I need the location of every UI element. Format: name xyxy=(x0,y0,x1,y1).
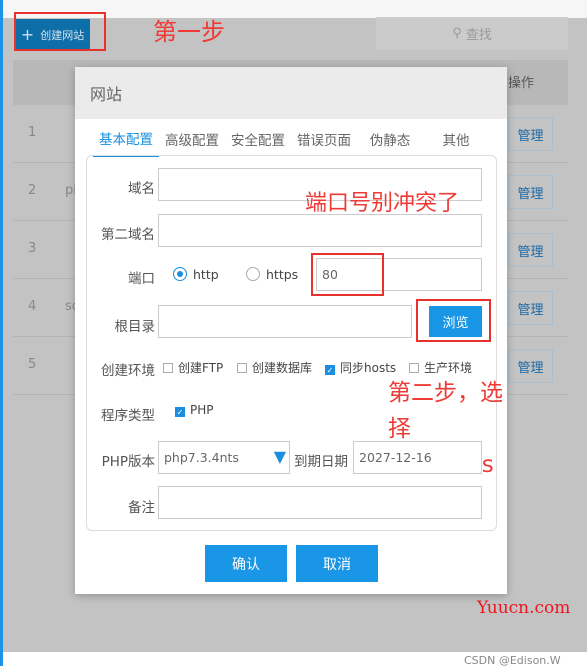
search-icon: ⚲ xyxy=(452,26,462,41)
manage-button[interactable]: 管理 xyxy=(508,349,553,383)
env-label: 创建环境 xyxy=(101,363,155,379)
domain-label: 域名 xyxy=(128,181,155,197)
annotation-box-browse xyxy=(416,299,491,342)
checkbox-checked-icon: ✓ xyxy=(325,365,335,375)
env-options: 创建FTP 创建数据库 ✓ 同步hosts 生产环境 xyxy=(163,359,493,375)
expire-date-label: 到期日期 xyxy=(294,454,348,470)
annotation-step2-line1: 第二步，选择 xyxy=(388,380,503,442)
tab-security[interactable]: 安全配置 xyxy=(225,121,291,157)
row-number: 4 xyxy=(28,299,37,314)
row-number: 2 xyxy=(28,183,37,198)
production-env-checkbox[interactable]: 生产环境 xyxy=(409,359,472,376)
modal-title: 网站 xyxy=(75,67,507,119)
site-modal: 网站 基本配置 高级配置 安全配置 错误页面 伪静态 其他 域名 第二域名 端口… xyxy=(75,67,507,594)
checkbox-icon xyxy=(163,363,173,373)
expire-date-input[interactable]: 2027-12-16 xyxy=(353,441,482,474)
tab-rewrite[interactable]: 伪静态 xyxy=(357,121,423,157)
program-type-label: 程序类型 xyxy=(101,408,155,424)
row-number: 5 xyxy=(28,357,37,372)
tab-error-page[interactable]: 错误页面 xyxy=(291,121,357,157)
manage-button[interactable]: 管理 xyxy=(508,291,553,325)
manage-button[interactable]: 管理 xyxy=(508,233,553,267)
row-number: 1 xyxy=(28,125,37,140)
tab-advanced[interactable]: 高级配置 xyxy=(159,121,225,157)
sync-hosts-checkbox[interactable]: ✓ 同步hosts xyxy=(325,359,396,376)
dropdown-arrow-icon: ▼ xyxy=(273,447,286,466)
http-radio[interactable]: http xyxy=(173,267,219,282)
annotation-box-step1 xyxy=(14,12,106,51)
port-label: 端口 xyxy=(128,271,155,287)
radio-checked-icon xyxy=(173,267,187,281)
manage-button[interactable]: 管理 xyxy=(508,175,553,209)
note-input[interactable] xyxy=(158,486,482,519)
create-ftp-checkbox[interactable]: 创建FTP xyxy=(163,359,223,376)
annotation-port: 端口号别冲突了 xyxy=(305,191,460,216)
tab-basic[interactable]: 基本配置 xyxy=(93,121,159,157)
note-label: 备注 xyxy=(128,500,155,516)
create-db-checkbox[interactable]: 创建数据库 xyxy=(237,359,312,376)
tab-other[interactable]: 其他 xyxy=(423,121,489,157)
row-number: 3 xyxy=(28,241,37,256)
annotation-box-port xyxy=(311,253,384,296)
site-watermark: Yuucn.com xyxy=(477,598,571,618)
second-domain-label: 第二域名 xyxy=(101,227,155,243)
csdn-watermark: CSDN @Edison.W xyxy=(464,654,561,667)
https-radio[interactable]: https xyxy=(246,267,298,282)
checkbox-icon xyxy=(237,363,247,373)
search-button[interactable]: ⚲ 查找 xyxy=(376,17,568,50)
radio-unchecked-icon xyxy=(246,267,260,281)
cancel-button[interactable]: 取消 xyxy=(296,545,378,582)
manage-button[interactable]: 管理 xyxy=(508,117,553,151)
second-domain-input[interactable] xyxy=(158,214,482,247)
modal-tabs: 基本配置 高级配置 安全配置 错误页面 伪静态 其他 xyxy=(93,121,489,157)
php-version-select[interactable]: php7.3.4nts ▼ xyxy=(158,441,290,474)
root-label: 根目录 xyxy=(114,319,156,335)
confirm-button[interactable]: 确认 xyxy=(205,545,287,582)
header-action: 操作 xyxy=(508,76,535,91)
checkbox-checked-icon: ✓ xyxy=(175,407,185,417)
checkbox-icon xyxy=(409,363,419,373)
php-checkbox[interactable]: ✓ PHP xyxy=(175,403,214,417)
annotation-step1: 第一步 xyxy=(153,18,225,46)
left-accent-bar xyxy=(0,0,3,666)
root-input[interactable] xyxy=(158,305,412,338)
php-version-label: PHP版本 xyxy=(101,454,155,470)
